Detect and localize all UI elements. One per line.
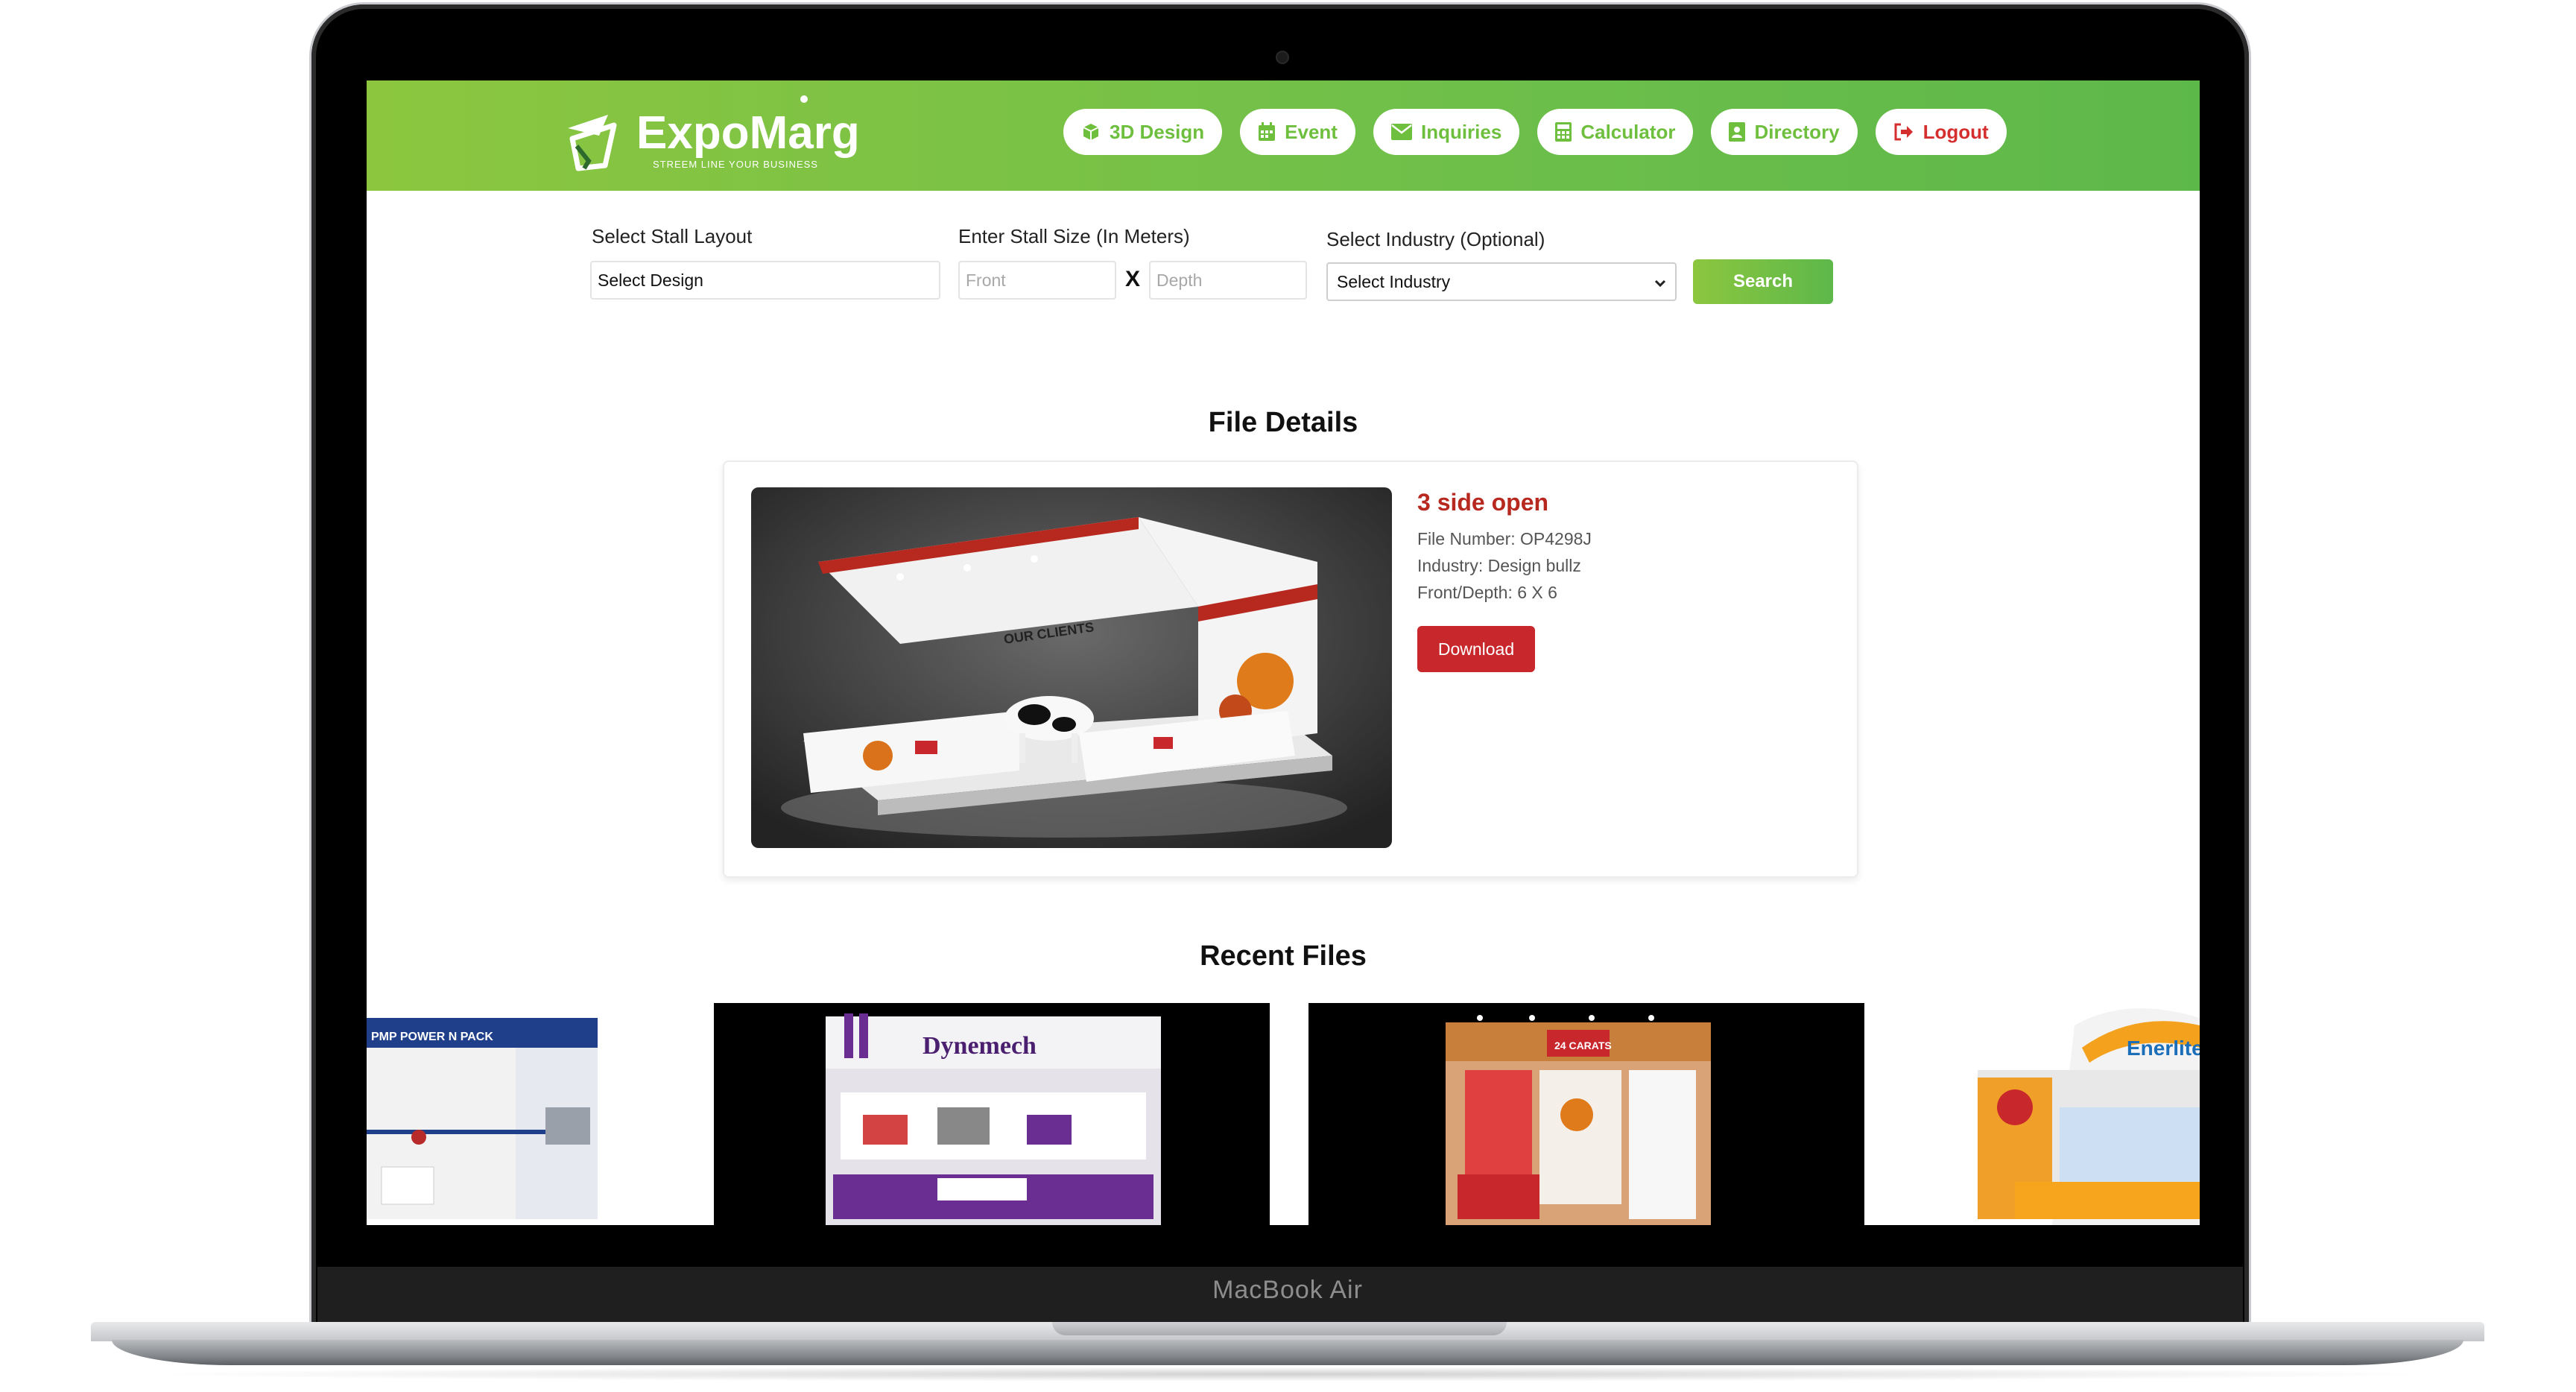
stall-size-label: Enter Stall Size (In Meters) (958, 225, 1190, 247)
recent-files-carousel: PMP POWER N PACK Dynemech 24 CARATS Ener… (367, 1003, 2200, 1225)
nav-3d-design-label: 3D Design (1110, 120, 1205, 143)
logo-dot (800, 95, 808, 103)
file-details-card: OUR CLIENTS 3 side open File Number: OP4… (723, 461, 1858, 878)
logo-mark-icon (568, 115, 617, 171)
depth-placeholder: Depth (1156, 270, 1203, 290)
times-symbol: X (1125, 267, 1141, 291)
calculator-icon (1555, 122, 1572, 142)
recent-file-card[interactable]: PMP POWER N PACK (367, 1003, 677, 1225)
recent-file-card[interactable]: Enerlite (1903, 1003, 2200, 1225)
sign-out-icon (1893, 123, 1914, 141)
industry-label: Select Industry (Optional) (1326, 228, 1545, 250)
recent-file-card[interactable]: 24 CARATS (1308, 1003, 1864, 1225)
nav-directory-button[interactable]: Directory (1711, 109, 1858, 155)
front-input[interactable]: Front (958, 261, 1116, 300)
nav-calculator-button[interactable]: Calculator (1537, 109, 1694, 155)
logo[interactable]: ExpoMarg STREEM LINE YOUR BUSINESS (562, 98, 860, 180)
file-industry: Industry: Design bullz (1417, 556, 1581, 575)
laptop-shadow (134, 1367, 2444, 1382)
logo-tagline: STREEM LINE YOUR BUSINESS (653, 158, 818, 170)
download-button[interactable]: Download (1417, 626, 1535, 672)
main-nav: 3D Design Event Inquiries Calculator Dir… (1063, 109, 2025, 155)
slide-4-brand: Enerlite (2127, 1037, 2200, 1060)
slide-1-brand: PMP POWER N PACK (371, 1031, 493, 1043)
address-book-icon (1729, 122, 1746, 142)
industry-select-value: Select Industry (1337, 271, 1451, 291)
stall-layout-label: Select Stall Layout (592, 225, 753, 247)
recent-file-card[interactable]: Dynemech (714, 1003, 1270, 1225)
logo-name: ExpoMarg (636, 107, 860, 159)
nav-inquiries-label: Inquiries (1420, 120, 1502, 143)
cube-icon (1081, 122, 1101, 142)
nav-inquiries-button[interactable]: Inquiries (1373, 109, 1520, 155)
header-bar: ExpoMarg STREEM LINE YOUR BUSINESS 3D De… (367, 80, 2200, 191)
device-brand-label: MacBook Air (1212, 1276, 1363, 1304)
stall-layout-value: Select Design (598, 270, 703, 290)
camera-dot (1277, 52, 1288, 63)
nav-directory-label: Directory (1754, 120, 1840, 143)
search-button[interactable]: Search (1693, 259, 1833, 304)
file-number: File Number: OP4298J (1417, 529, 1592, 548)
nav-logout-label: Logout (1922, 120, 1989, 143)
file-details-heading: File Details (1208, 407, 1358, 438)
slide-3-brand: 24 CARATS (1554, 1040, 1612, 1051)
depth-input[interactable]: Depth (1149, 261, 1307, 300)
nav-logout-button[interactable]: Logout (1875, 109, 2007, 155)
nav-calculator-label: Calculator (1580, 120, 1676, 143)
stall-preview-image[interactable]: OUR CLIENTS (751, 487, 1392, 848)
laptop-base-lower (112, 1340, 2463, 1365)
nav-3d-design-button[interactable]: 3D Design (1063, 109, 1223, 155)
slide-2-brand: Dynemech (923, 1032, 1037, 1060)
file-title: 3 side open (1417, 489, 1549, 516)
chevron-down-icon (1654, 272, 1666, 292)
screen: ExpoMarg STREEM LINE YOUR BUSINESS 3D De… (367, 80, 2200, 1225)
file-front-depth: Front/Depth: 6 X 6 (1417, 583, 1557, 602)
stall-layout-select[interactable]: Select Design (590, 261, 940, 300)
envelope-icon (1390, 124, 1412, 140)
nav-event-label: Event (1285, 120, 1338, 143)
recent-files-heading: Recent Files (1200, 940, 1367, 972)
industry-select[interactable]: Select Industry (1326, 262, 1677, 301)
calendar-icon (1258, 122, 1276, 142)
nav-event-button[interactable]: Event (1240, 109, 1355, 155)
laptop-base-notch (1052, 1322, 1507, 1335)
front-placeholder: Front (966, 270, 1006, 290)
